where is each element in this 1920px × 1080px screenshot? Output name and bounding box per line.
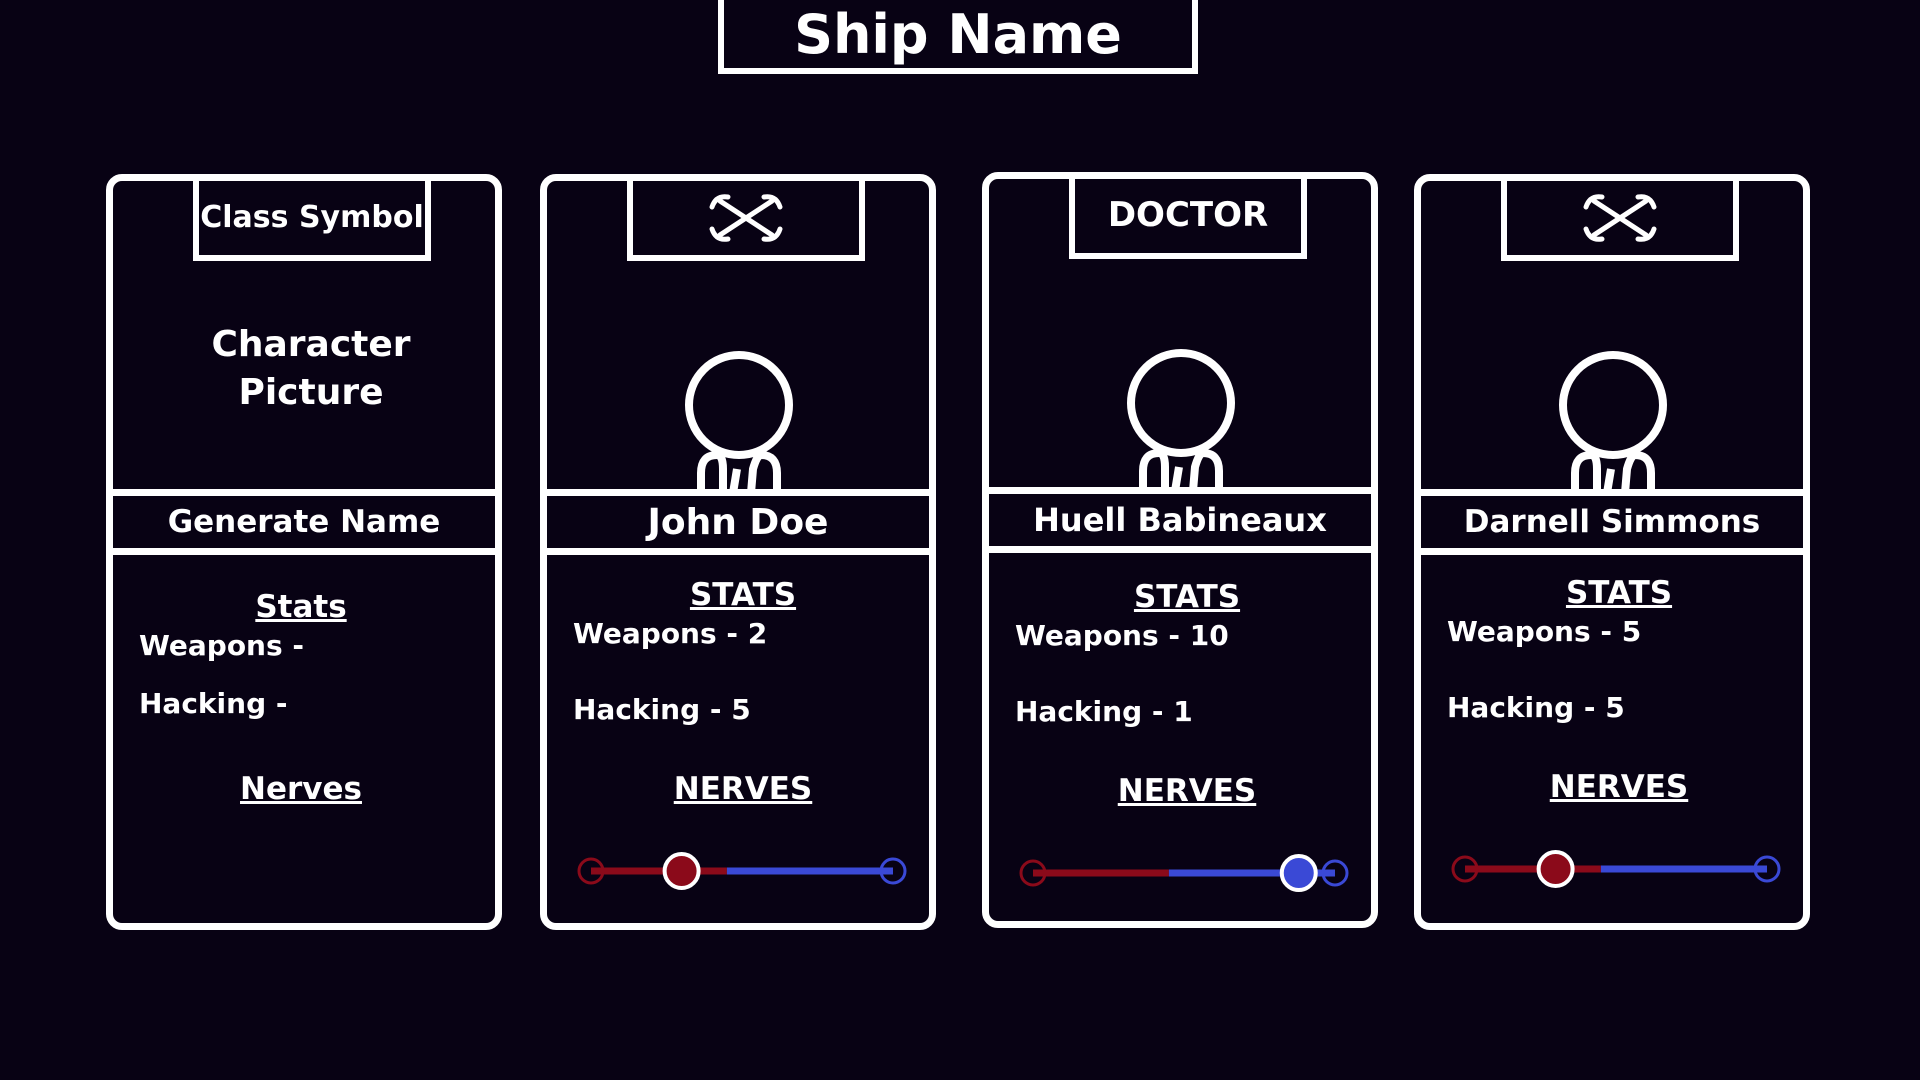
- weapons-label: Weapons -: [573, 617, 739, 650]
- weapons-value: 2: [747, 617, 768, 650]
- nerves-title: NERVES: [673, 771, 813, 807]
- character-name[interactable]: Huell Babineaux: [982, 487, 1378, 553]
- class-symbol: [1501, 179, 1739, 261]
- hacking-value: 1: [1173, 695, 1193, 728]
- ship-name-title[interactable]: Ship Name: [718, 0, 1198, 74]
- nerves-slider-graphic: [1451, 850, 1781, 888]
- hacking-label: Hacking -: [1015, 695, 1164, 728]
- generate-name-button[interactable]: Generate Name: [106, 489, 502, 555]
- nerves-slider-graphic: [577, 852, 907, 890]
- class-symbol-placeholder: Class Symbol: [193, 179, 431, 261]
- character-avatar-icon: [1555, 351, 1671, 493]
- nerves-handle[interactable]: [1279, 854, 1318, 892]
- nerves-title: NERVES: [1549, 769, 1689, 805]
- weapons-stat: Weapons - 5: [1447, 615, 1641, 648]
- nerves-slider[interactable]: [1019, 853, 1349, 893]
- stats-title: STATS: [1565, 575, 1673, 611]
- nerves-title: NERVES: [1117, 773, 1257, 809]
- weapons-stat: Weapons -: [139, 629, 304, 662]
- hacking-stat: Hacking - 1: [1015, 695, 1193, 728]
- nerves-slider[interactable]: [577, 851, 907, 891]
- character-card-darnell-simmons[interactable]: Darnell Simmons STATS Weapons - 5 Hackin…: [1414, 174, 1810, 930]
- stats-title: STATS: [1133, 579, 1241, 615]
- hacking-label: Hacking -: [1447, 691, 1596, 724]
- class-symbol: DOCTOR: [1069, 177, 1307, 259]
- hacking-value: 5: [1605, 691, 1625, 724]
- stats-title: STATS: [689, 577, 797, 613]
- hacking-stat: Hacking - 5: [1447, 691, 1625, 724]
- weapons-label: Weapons -: [1015, 619, 1181, 652]
- character-card-huell-babineaux[interactable]: DOCTOR Huell Babineaux STATS Weapons - 1…: [982, 172, 1378, 928]
- hacking-stat: Hacking -: [139, 687, 288, 720]
- nerves-handle[interactable]: [662, 852, 701, 890]
- nerves-title: Nerves: [240, 771, 362, 807]
- character-avatar-icon: [681, 351, 797, 493]
- nerves-handle[interactable]: [1536, 850, 1575, 888]
- hacking-label: Hacking -: [139, 687, 288, 720]
- hacking-label: Hacking -: [573, 693, 722, 726]
- character-name[interactable]: John Doe: [540, 489, 936, 555]
- weapons-label: Weapons -: [1447, 615, 1613, 648]
- nerves-slider[interactable]: [1451, 849, 1781, 889]
- character-picture-placeholder: Character Picture: [211, 324, 411, 413]
- character-card-john-doe[interactable]: John Doe STATS Weapons - 2 Hacking - 5 N…: [540, 174, 936, 930]
- nerves-slider-graphic: [1019, 854, 1349, 892]
- hacking-value: 5: [731, 693, 751, 726]
- weapons-stat: Weapons - 10: [1015, 619, 1229, 652]
- weapons-stat: Weapons - 2: [573, 617, 767, 650]
- character-avatar-icon: [1123, 349, 1239, 491]
- stats-title: Stats: [255, 589, 347, 625]
- character-name[interactable]: Darnell Simmons: [1414, 489, 1810, 555]
- weapons-label: Weapons -: [139, 629, 305, 662]
- class-symbol: [627, 179, 865, 261]
- weapons-value: 10: [1189, 619, 1229, 652]
- character-card-template[interactable]: Class Symbol Character Picture Generate …: [106, 174, 502, 930]
- wrench-icon: [1580, 189, 1660, 245]
- wrench-icon: [706, 189, 786, 245]
- hacking-stat: Hacking - 5: [573, 693, 751, 726]
- weapons-value: 5: [1621, 615, 1642, 648]
